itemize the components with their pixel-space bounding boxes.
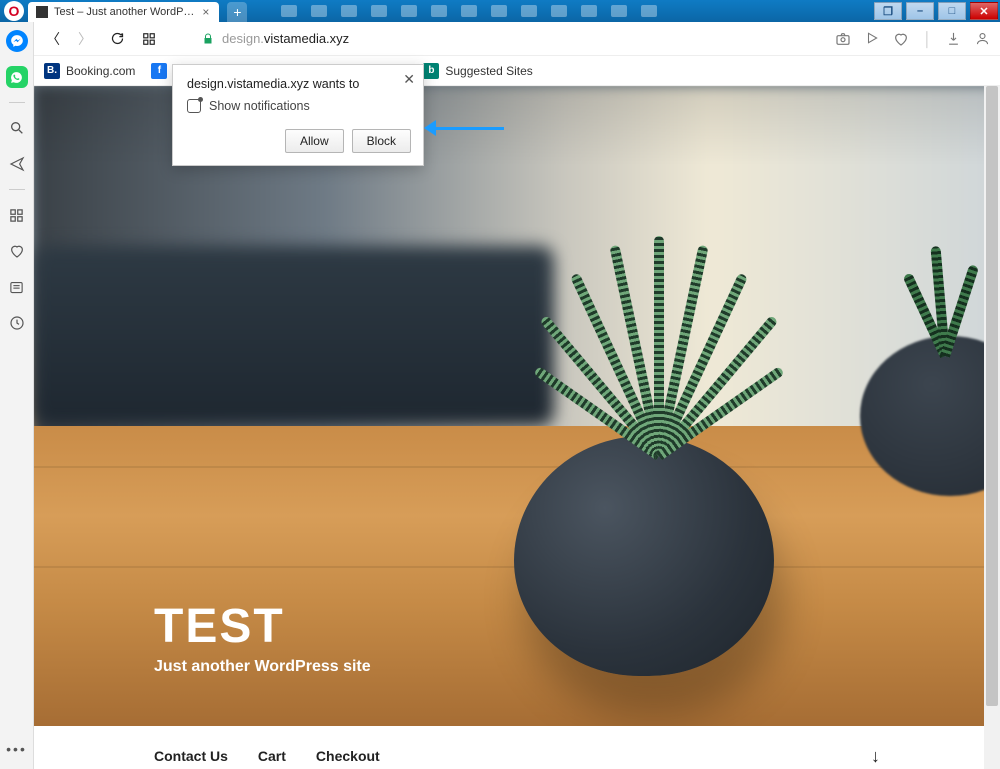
nav-cart[interactable]: Cart bbox=[258, 748, 286, 764]
bg-tab[interactable] bbox=[281, 5, 297, 17]
whatsapp-icon[interactable] bbox=[6, 66, 28, 88]
separator: │ bbox=[923, 31, 932, 47]
sidebar-more-button[interactable]: ••• bbox=[0, 741, 33, 757]
window-controls: ❐ – □ ✕ bbox=[872, 0, 1000, 22]
new-tab-button[interactable]: + bbox=[227, 2, 247, 22]
block-button[interactable]: Block bbox=[352, 129, 411, 153]
bg-tab[interactable] bbox=[551, 5, 567, 17]
page-favicon-icon bbox=[36, 6, 48, 18]
news-icon[interactable] bbox=[6, 276, 28, 298]
vertical-scrollbar[interactable] bbox=[984, 86, 1000, 769]
window-minimize-button[interactable]: – bbox=[906, 2, 934, 20]
send-icon[interactable] bbox=[6, 153, 28, 175]
tab-title: Test – Just another WordP… bbox=[54, 6, 194, 18]
site-tagline: Just another WordPress site bbox=[154, 658, 371, 676]
bg-tab[interactable] bbox=[371, 5, 387, 17]
hero-text: TEST Just another WordPress site bbox=[154, 599, 371, 676]
page-content: TEST Just another WordPress site Contact… bbox=[34, 86, 1000, 769]
speed-dial-icon[interactable] bbox=[6, 204, 28, 226]
browser-sidebar: ••• bbox=[0, 22, 34, 769]
hero-section: TEST Just another WordPress site bbox=[34, 86, 1000, 726]
bg-tab[interactable] bbox=[581, 5, 597, 17]
hero-plant bbox=[574, 236, 754, 456]
nav-tabs-button[interactable] bbox=[140, 30, 158, 48]
profile-icon[interactable] bbox=[975, 31, 990, 47]
bing-icon: b bbox=[423, 63, 439, 79]
sidebar-divider bbox=[9, 189, 25, 190]
scroll-down-icon[interactable]: ↓ bbox=[871, 746, 880, 767]
background-tabs-strip bbox=[251, 0, 872, 22]
allow-button[interactable]: Allow bbox=[285, 129, 344, 153]
tab-close-icon[interactable]: × bbox=[200, 5, 211, 19]
bg-tab[interactable] bbox=[611, 5, 627, 17]
bookmark-suggested-sites[interactable]: b Suggested Sites bbox=[423, 63, 532, 79]
nav-forward-button[interactable]: 〉 bbox=[76, 30, 94, 48]
addressbar-actions: │ bbox=[835, 31, 990, 47]
snapshot-icon[interactable] bbox=[835, 31, 851, 47]
booking-icon: B. bbox=[44, 63, 60, 79]
messenger-icon[interactable] bbox=[6, 30, 28, 52]
address-bar: 〈 〉 design.vistamedia.xyz │ bbox=[34, 22, 1000, 56]
bookmark-label: Suggested Sites bbox=[445, 64, 532, 78]
dialog-title: design.vistamedia.xyz wants to bbox=[187, 77, 409, 91]
heart-icon[interactable] bbox=[6, 240, 28, 262]
window-close-button[interactable]: ✕ bbox=[970, 2, 998, 20]
search-icon[interactable] bbox=[6, 117, 28, 139]
hero-sofa bbox=[34, 246, 554, 426]
bg-tab[interactable] bbox=[521, 5, 537, 17]
bg-tab[interactable] bbox=[641, 5, 657, 17]
site-nav: Contact Us Cart Checkout ↓ bbox=[34, 726, 1000, 769]
browser-tab-active[interactable]: Test – Just another WordP… × bbox=[28, 2, 219, 22]
nav-back-button[interactable]: 〈 bbox=[44, 30, 62, 48]
bg-tab[interactable] bbox=[431, 5, 447, 17]
bg-tab[interactable] bbox=[311, 5, 327, 17]
opera-menu-icon[interactable]: O bbox=[4, 1, 24, 21]
bg-tab[interactable] bbox=[401, 5, 417, 17]
bg-tab[interactable] bbox=[491, 5, 507, 17]
hero-pot bbox=[514, 436, 774, 676]
bookmark-booking[interactable]: B. Booking.com bbox=[44, 63, 135, 79]
sidebar-divider bbox=[9, 102, 25, 103]
dialog-close-icon[interactable]: ✕ bbox=[403, 71, 415, 88]
history-icon[interactable] bbox=[6, 312, 28, 334]
bookmark-label: Booking.com bbox=[66, 64, 135, 78]
bg-tab[interactable] bbox=[341, 5, 357, 17]
bookmark-heart-icon[interactable] bbox=[893, 31, 909, 47]
download-icon[interactable] bbox=[946, 31, 961, 47]
browser-viewport: 〈 〉 design.vistamedia.xyz │ bbox=[34, 22, 1000, 769]
annotation-arrow-icon bbox=[424, 118, 504, 138]
url-text: design.vistamedia.xyz bbox=[222, 31, 349, 46]
dialog-permission-label: Show notifications bbox=[209, 99, 310, 113]
play-icon[interactable] bbox=[865, 31, 879, 47]
bg-tab[interactable] bbox=[461, 5, 477, 17]
nav-checkout[interactable]: Checkout bbox=[316, 748, 380, 764]
nav-contact[interactable]: Contact Us bbox=[154, 748, 228, 764]
site-title: TEST bbox=[154, 599, 371, 654]
facebook-icon: f bbox=[151, 63, 167, 79]
window-maximize-button[interactable]: □ bbox=[938, 2, 966, 20]
window-dropdown-button[interactable]: ❐ bbox=[874, 2, 902, 20]
notification-permission-dialog: ✕ design.vistamedia.xyz wants to Show no… bbox=[172, 64, 424, 166]
nav-reload-button[interactable] bbox=[108, 30, 126, 48]
bookmark-facebook[interactable]: f bbox=[151, 63, 167, 79]
window-titlebar: O Test – Just another WordP… × + ❐ – □ ✕ bbox=[0, 0, 1000, 22]
lock-icon bbox=[202, 33, 214, 45]
scrollbar-thumb[interactable] bbox=[986, 86, 998, 706]
url-field[interactable]: design.vistamedia.xyz bbox=[172, 31, 821, 46]
notification-bell-icon bbox=[187, 99, 201, 113]
